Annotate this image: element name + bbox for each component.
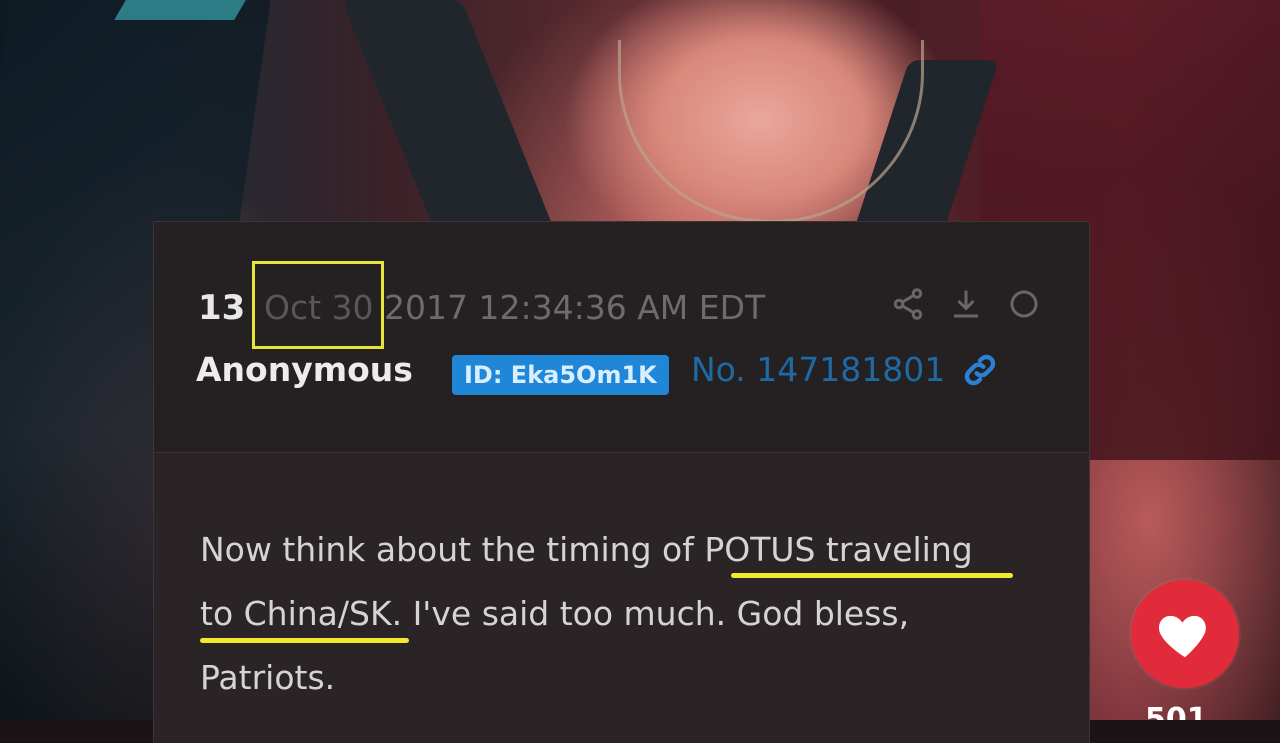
post-card: 13 Oct 30 2017 12:34:36 AM EDT Anonymous… bbox=[153, 221, 1090, 743]
highlight-underline bbox=[731, 573, 1013, 578]
more-icon[interactable] bbox=[1005, 286, 1043, 324]
post-number: 13 bbox=[198, 288, 246, 328]
highlight-underline bbox=[200, 638, 409, 643]
like-button[interactable] bbox=[1131, 580, 1239, 688]
heart-icon bbox=[1159, 615, 1206, 658]
post-actions bbox=[889, 286, 1043, 324]
post-date-rest: 2017 12:34:36 AM EDT bbox=[373, 288, 766, 327]
post-text-line: to China/SK. I've said too much. God ble… bbox=[200, 594, 910, 633]
download-icon[interactable] bbox=[947, 286, 985, 324]
like-count: 501 bbox=[1145, 702, 1208, 720]
date-highlight-box bbox=[252, 261, 384, 349]
post-number-link[interactable]: No. 147181801 bbox=[691, 350, 945, 389]
share-icon[interactable] bbox=[889, 286, 927, 324]
post-text: Now think about the timing of POTUS trav… bbox=[200, 518, 973, 710]
link-icon[interactable] bbox=[960, 350, 1000, 399]
tank-top-strap-left bbox=[341, 0, 559, 240]
seatbelt-accent bbox=[114, 0, 246, 20]
poster-id-badge[interactable]: ID: Eka5Om1K bbox=[452, 355, 669, 395]
post-text-line: Patriots. bbox=[200, 658, 336, 697]
post-author[interactable]: Anonymous bbox=[196, 350, 413, 389]
